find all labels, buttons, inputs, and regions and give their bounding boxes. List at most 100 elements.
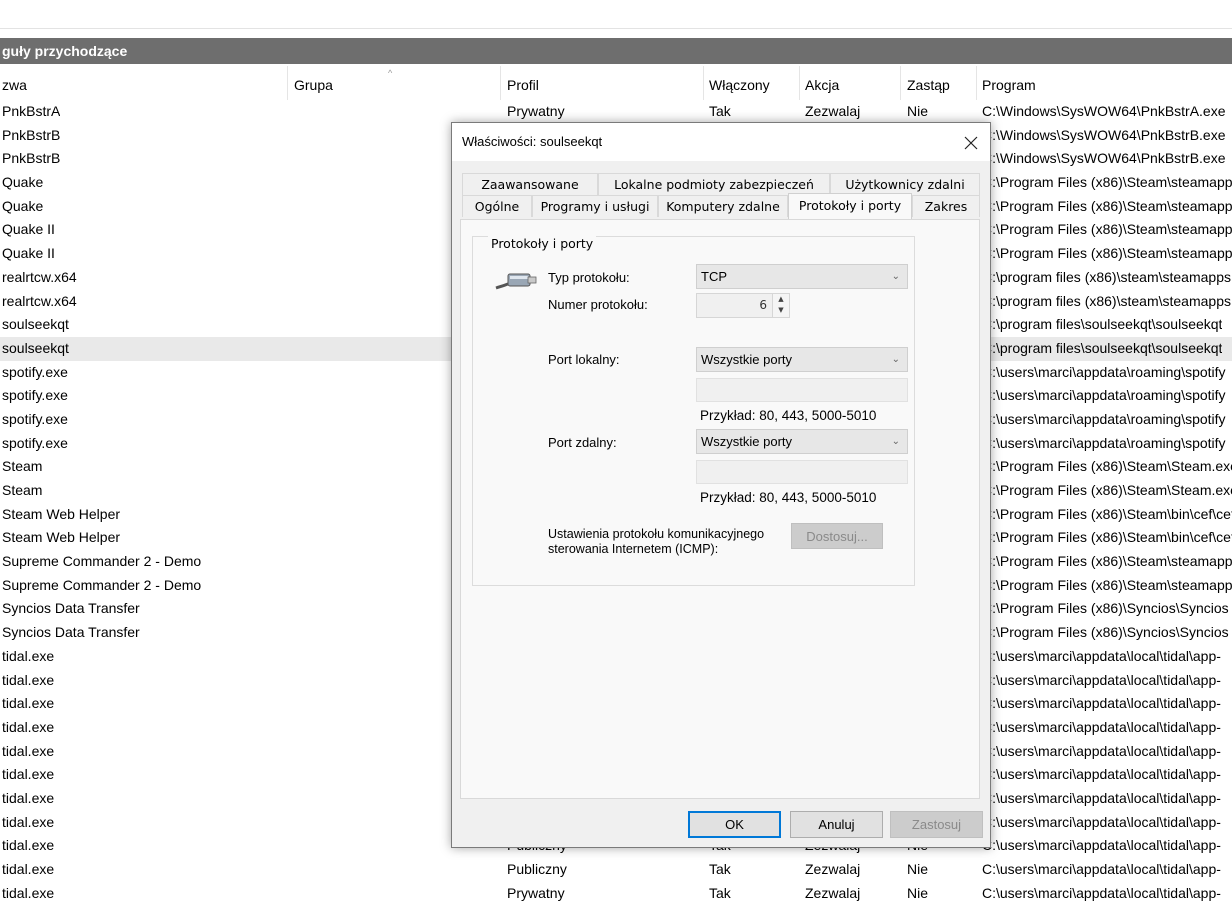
col-header-program[interactable]: Program	[980, 66, 1232, 100]
cancel-button[interactable]: Anuluj	[790, 811, 883, 838]
table-row[interactable]: tidal.exe Publiczny Tak Zezwalaj Nie C:\users…	[0, 858, 1232, 882]
cell-action: Zezwalaj	[805, 884, 861, 901]
cell-name: tidal.exe	[2, 742, 55, 759]
cell-program: C:\users\marci\appdata\local\tidal\app-	[982, 766, 1221, 783]
cell-override: Nie	[907, 884, 929, 901]
cell-profile: Prywatny	[507, 103, 565, 119]
protocol-number-stepper[interactable]: 6 ▲ ▼	[696, 293, 790, 318]
cell-name: Steam Web Helper	[2, 505, 121, 522]
cell-name: tidal.exe	[2, 695, 55, 712]
top-toolbar-area	[0, 0, 1232, 29]
sort-ascending-icon: ^	[388, 68, 393, 78]
cell-name: Steam Web Helper	[2, 529, 121, 546]
cell-name: tidal.exe	[2, 718, 55, 735]
cell-name: tidal.exe	[2, 837, 55, 854]
network-cable-icon	[494, 268, 538, 294]
table-row[interactable]: tidal.exe Prywatny Tak Zezwalaj Nie C:\users\…	[0, 882, 1232, 906]
group-label: Protokoły i porty	[488, 236, 597, 251]
cell-name: tidal.exe	[2, 884, 55, 901]
cell-name: Steam	[2, 458, 43, 475]
remote-port-input[interactable]	[696, 460, 908, 484]
cell-name: Quake	[2, 174, 44, 191]
col-header-profile[interactable]: Profil	[505, 66, 704, 100]
cell-program: C:\program files (x86)\steam\steamapps	[982, 268, 1231, 285]
cell-name: realrtcw.x64	[2, 268, 77, 285]
cell-name: tidal.exe	[2, 671, 55, 688]
cell-name: spotify.exe	[2, 363, 68, 380]
cell-profile: Publiczny	[507, 861, 567, 877]
protocol-number-label: Numer protokołu:	[548, 297, 648, 312]
cell-name: soulseekqt	[2, 316, 69, 333]
tab-programs-services[interactable]: Programy i usługi	[532, 195, 658, 217]
cell-name: spotify.exe	[2, 434, 68, 451]
local-port-label: Port lokalny:	[548, 352, 620, 367]
cell-program: C:\program files\soulseekqt\soulseekqt	[982, 339, 1223, 356]
cell-name: spotify.exe	[2, 410, 68, 427]
cell-program: C:\users\marci\appdata\roaming\spotify	[982, 434, 1226, 451]
remote-port-value: Wszystkie porty	[701, 434, 793, 449]
col-header-override[interactable]: Zastąp	[905, 66, 977, 100]
cell-program: C:\Program Files (x86)\Steam\Steam.exe	[982, 458, 1232, 475]
cell-profile: Prywatny	[507, 884, 565, 901]
protocol-type-select[interactable]: TCP ⌄	[696, 264, 908, 289]
remote-port-label: Port zdalny:	[548, 435, 617, 450]
cell-enabled: Tak	[709, 884, 731, 901]
cell-program: C:\Windows\SysWOW64\PnkBstrB.exe	[982, 126, 1226, 143]
cell-name: Supreme Commander 2 - Demo	[2, 553, 202, 570]
cell-program: C:\users\marci\appdata\roaming\spotify	[982, 363, 1226, 380]
dialog-title-bar: Właściwości: soulseekqt	[452, 123, 990, 161]
cell-program: C:\Program Files (x86)\Steam\bin\cef\cef	[982, 505, 1232, 522]
cell-program: C:\Program Files (x86)\Steam\steamapps	[982, 576, 1232, 593]
cell-enabled: Tak	[709, 103, 731, 119]
cell-name: PnkBstrB	[2, 126, 61, 143]
cell-override: Nie	[907, 861, 929, 877]
cell-action: Zezwalaj	[805, 861, 861, 877]
close-icon[interactable]	[960, 129, 982, 155]
remote-port-example: Przykład: 80, 443, 5000-5010	[700, 490, 877, 505]
local-port-select[interactable]: Wszystkie porty ⌄	[696, 347, 908, 372]
column-header-bar: zwa Grupa Profil Włączony Akcja Zastąp P…	[0, 66, 1232, 101]
cell-enabled: Tak	[709, 861, 731, 877]
cell-action: Zezwalaj	[805, 103, 861, 119]
cell-program: C:\users\marci\appdata\local\tidal\app-	[982, 671, 1221, 688]
cell-program: C:\Windows\SysWOW64\PnkBstrB.exe	[982, 150, 1226, 167]
tab-local-principals[interactable]: Lokalne podmioty zabezpieczeń	[598, 173, 830, 195]
local-port-input[interactable]	[696, 378, 908, 402]
customize-button[interactable]: Dostosuj...	[791, 523, 883, 549]
cell-program: C:\Program Files (x86)\Steam\bin\cef\cef	[982, 529, 1232, 546]
cell-name: tidal.exe	[2, 766, 55, 783]
cell-program: C:\Windows\SysWOW64\PnkBstrA.exe	[982, 103, 1226, 119]
cell-name: Quake	[2, 197, 44, 214]
properties-dialog: Właściwości: soulseekqt Zaawansowane Lok…	[451, 122, 991, 848]
cell-program: C:\Program Files (x86)\Steam\steamapps	[982, 221, 1232, 238]
cell-program: C:\users\marci\appdata\local\tidal\app-	[982, 837, 1221, 854]
tab-protocols-ports[interactable]: Protokoły i porty	[788, 193, 912, 219]
col-header-name[interactable]: zwa	[0, 66, 288, 100]
tab-advanced[interactable]: Zaawansowane	[462, 173, 598, 195]
col-header-action[interactable]: Akcja	[803, 66, 901, 100]
apply-button[interactable]: Zastosuj	[890, 811, 983, 838]
col-header-group[interactable]: Grupa	[292, 66, 501, 100]
cell-name: tidal.exe	[2, 813, 55, 830]
chevron-down-icon: ⌄	[891, 436, 900, 447]
cell-program: C:\Program Files (x86)\Steam\Steam.exe	[982, 482, 1232, 498]
cell-name: soulseekqt	[2, 339, 69, 356]
cell-name: Quake II	[2, 245, 55, 262]
ok-button[interactable]: OK	[688, 811, 781, 838]
tab-remote-computers[interactable]: Komputery zdalne	[658, 195, 788, 217]
cell-program: C:\users\marci\appdata\local\tidal\app-	[982, 718, 1221, 735]
cell-name: PnkBstrA	[2, 103, 61, 119]
cell-program: C:\users\marci\appdata\local\tidal\app-	[982, 647, 1221, 664]
cell-name: Supreme Commander 2 - Demo	[2, 576, 202, 593]
cell-override: Nie	[907, 103, 929, 119]
local-port-example: Przykład: 80, 443, 5000-5010	[700, 408, 877, 423]
tab-remote-users[interactable]: Użytkownicy zdalni	[830, 173, 980, 195]
spin-arrows-icon[interactable]: ▲ ▼	[772, 294, 789, 317]
tab-scope[interactable]: Zakres	[912, 195, 980, 217]
cell-name: spotify.exe	[2, 387, 68, 404]
table-row[interactable]: PnkBstrA Prywatny Tak Zezwalaj Nie C:\Windows…	[0, 100, 1232, 124]
protocol-type-value: TCP	[701, 269, 727, 284]
tab-general[interactable]: Ogólne	[462, 195, 532, 217]
col-header-enabled[interactable]: Włączony	[707, 66, 800, 100]
remote-port-select[interactable]: Wszystkie porty ⌄	[696, 429, 908, 454]
